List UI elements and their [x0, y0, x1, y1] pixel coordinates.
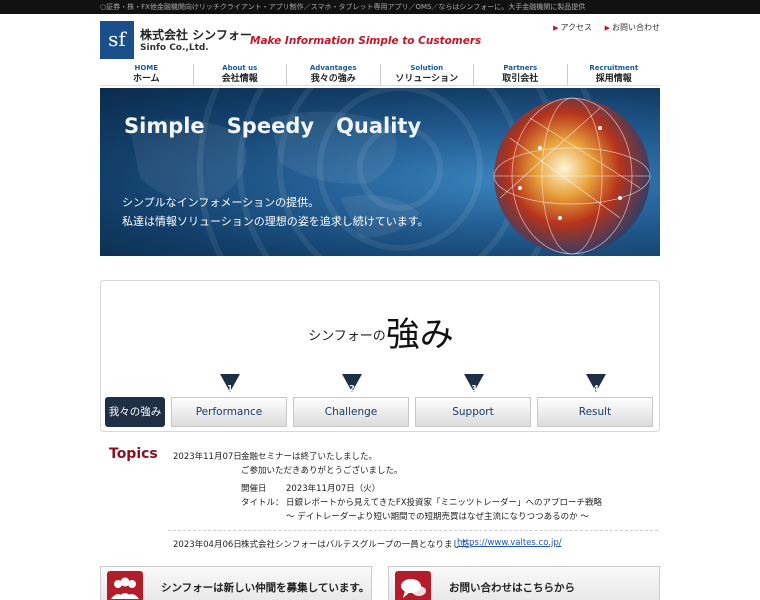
topic-1-subtitle: ～ デイトレーダーより短い期間での短期売買はなぜ主流になりつつあるのか ～ [286, 512, 589, 522]
hero-description-1: シンプルなインフォメーションの提供。 [122, 196, 320, 209]
topics-section: Topics 2023年11月07日 金融セミナーは終了いたしました。 ご参加い… [100, 442, 660, 554]
hero-banner: Simple Speedy Quality シンプルなインフォメーションの提供。 私… [100, 88, 660, 256]
strength-tabs: 我々の強み 1 Performance 2 Challenge 3 Suppor… [105, 374, 657, 429]
strength-section: シンフォーの強み 我々の強み 1 Performance 2 Challenge… [100, 280, 660, 432]
arrow-right-icon: ▶ [553, 24, 559, 32]
company-name-jp[interactable]: 株式会社 シンフォー [140, 26, 252, 43]
strength-title: シンフォーの強み [101, 307, 661, 356]
recruit-panel-text: シンフォーは新しい仲間を募集しています。 [161, 582, 370, 594]
topic-1-title-label: タイトル： [241, 498, 284, 508]
valtes-link[interactable]: https://www.valtes.co.jp/ [457, 538, 562, 548]
strength-title-main: 強み [385, 315, 454, 355]
slogan: Make Information Simple to Customers [250, 35, 482, 47]
ticker-text: ○証券・株・FX他金融機関向けリッチクライアント・アプリ制作／スマホ・タブレット… [100, 3, 586, 11]
nav-item-recruitment[interactable]: Recruitment 採用情報 [568, 64, 661, 85]
tab-our-strength[interactable]: 我々の強み [105, 397, 165, 427]
tab-challenge[interactable]: 2 Challenge [293, 374, 409, 427]
keyword-quality: Quality [336, 114, 422, 138]
topic-1-line-1: 金融セミナーは終了いたしました。 [241, 452, 378, 462]
main-nav: HOME ホーム About us 会社情報 Advantages 我々の強み Sol… [100, 64, 660, 86]
step-marker-2: 2 [342, 374, 362, 393]
keyword-simple: Simple [124, 114, 205, 138]
access-link[interactable]: ▶ アクセス [553, 23, 592, 32]
recruit-panel[interactable]: シンフォーは新しい仲間を募集しています。 [100, 566, 372, 600]
strength-title-prefix: シンフォーの [308, 329, 386, 344]
step-marker-1: 1 [220, 374, 240, 393]
topic-2-date: 2023年04月06日 [173, 540, 242, 550]
topic-1-title-value: 日銀レポートから見えてきたFX投資家「ミニッツトレーダー」へのアプローチ戦略 [286, 498, 603, 508]
topics-divider [168, 530, 658, 531]
arrow-right-icon: ▶ [604, 24, 610, 32]
nav-item-solution[interactable]: Solution ソリューション [381, 64, 474, 85]
keyword-speedy: Speedy [226, 114, 315, 138]
site-header: sf 株式会社 シンフォー Sinfo Co.,Ltd. Make Inform… [100, 18, 660, 62]
topic-1-held-label: 開催日 [241, 484, 267, 494]
contact-link[interactable]: ▶ お問い合わせ [605, 23, 660, 32]
chat-bubble-icon [395, 571, 431, 600]
tab-result-label: Result [578, 406, 612, 418]
tab-support-label: Support [452, 406, 494, 418]
step-marker-3: 3 [464, 374, 484, 393]
nav-item-home[interactable]: HOME ホーム [100, 64, 194, 85]
tab-challenge-label: Challenge [324, 406, 378, 418]
nav-item-about[interactable]: About us 会社情報 [194, 64, 287, 85]
header-links: ▶ アクセス ▶ お問い合わせ [543, 22, 660, 33]
hero-description-2: 私達は情報ソリューションの理想の姿を追求し続けています。 [122, 215, 429, 228]
tab-result[interactable]: 4 Result [537, 374, 653, 427]
topic-1-line-2: ご参加いただきありがとうございました。 [241, 466, 403, 476]
hero-keywords: Simple Speedy Quality [124, 114, 443, 138]
tab-performance[interactable]: 1 Performance [171, 374, 287, 427]
step-marker-4: 4 [586, 374, 606, 393]
people-icon [107, 571, 143, 600]
logo-mark[interactable]: sf [100, 21, 134, 59]
topic-1-date: 2023年11月07日 [173, 452, 242, 462]
topic-1-held-value: 2023年11月07日（火） [286, 484, 381, 494]
tab-performance-label: Performance [195, 406, 263, 418]
nav-item-partners[interactable]: Partners 取引会社 [474, 64, 568, 85]
contact-panel[interactable]: お問い合わせはこちらから [388, 566, 660, 600]
topics-heading: Topics [109, 446, 158, 462]
nav-item-advantages[interactable]: Advantages 我々の強み [287, 64, 381, 85]
topic-2-text: 株式会社シンフォーはバルテスグループの一員となりました。 [241, 540, 478, 550]
contact-panel-text: お問い合わせはこちらから [449, 582, 575, 594]
company-name-en: Sinfo Co.,Ltd. [140, 43, 209, 53]
tab-support[interactable]: 3 Support [415, 374, 531, 427]
top-ticker-bar: ○証券・株・FX他金融機関向けリッチクライアント・アプリ制作／スマホ・タブレット… [0, 0, 760, 14]
